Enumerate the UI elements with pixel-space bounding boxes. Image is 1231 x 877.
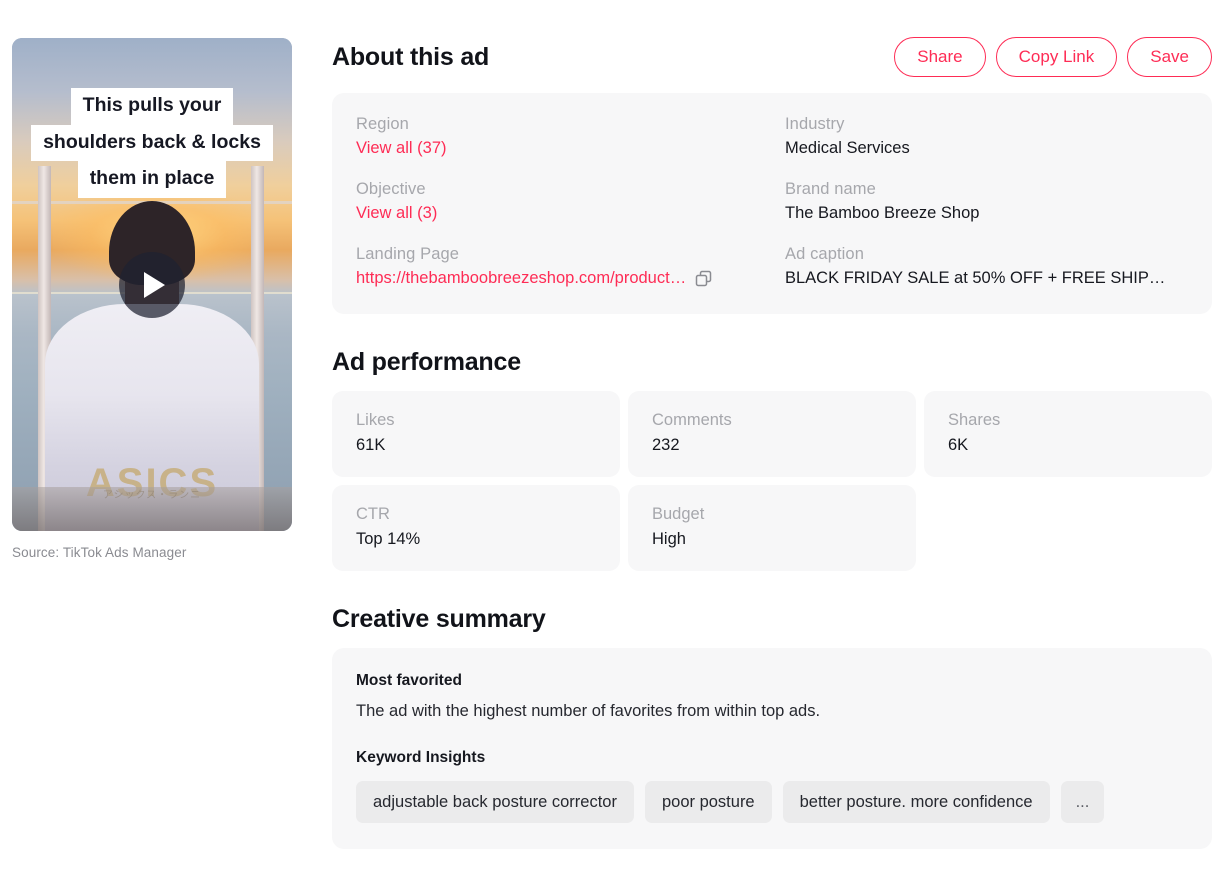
- about-header-row: About this ad Share Copy Link Save: [332, 32, 1212, 82]
- copy-link-button[interactable]: Copy Link: [995, 36, 1118, 78]
- ad-video-thumbnail[interactable]: ASICS アシックス・ランニ This pulls your shoulder…: [12, 38, 292, 531]
- keyword-chip[interactable]: poor posture: [644, 781, 772, 824]
- field-label: Brand name: [785, 180, 876, 198]
- field-brand-name: Brand name The Bamboo Breeze Shop: [785, 180, 1188, 223]
- ad-detail-page: ASICS アシックス・ランニ This pulls your shoulder…: [0, 0, 1231, 877]
- metric-card-comments: Comments 232: [628, 391, 916, 477]
- metric-value: 61K: [356, 436, 386, 454]
- ad-performance-title: Ad performance: [332, 348, 521, 376]
- landing-page-row: https://thebamboobreezeshop.com/product…: [356, 269, 759, 288]
- save-button[interactable]: Save: [1127, 36, 1212, 78]
- ad-caption-value: BLACK FRIDAY SALE at 50% OFF + FREE SHIP…: [785, 269, 1166, 287]
- metric-label: Likes: [356, 411, 395, 429]
- field-label: Ad caption: [785, 245, 864, 263]
- field-label: Objective: [356, 180, 426, 198]
- metric-label: CTR: [356, 505, 390, 523]
- creative-summary-title: Creative summary: [332, 605, 546, 633]
- page-title: About this ad: [332, 42, 490, 71]
- details-panel: About this ad Share Copy Link Save Regio…: [332, 32, 1212, 850]
- metric-card-ctr: CTR Top 14%: [332, 485, 620, 571]
- keyword-chip[interactable]: adjustable back posture corrector: [356, 781, 634, 824]
- region-view-all-link[interactable]: View all (37): [356, 139, 756, 158]
- field-objective: Objective View all (3): [356, 180, 759, 223]
- metric-label: Shares: [948, 411, 1001, 429]
- about-info-card: Region View all (37) Industry Medical Se…: [332, 93, 1212, 314]
- metric-card-likes: Likes 61K: [332, 391, 620, 477]
- field-region: Region View all (37): [356, 115, 759, 158]
- keyword-insights-label: Keyword Insights: [356, 749, 486, 766]
- most-favorited-label: Most favorited: [356, 672, 462, 689]
- metric-value: 232: [652, 436, 680, 454]
- keyword-chip[interactable]: better posture. more confidence: [782, 781, 1050, 824]
- deck-floor: [12, 486, 292, 531]
- keyword-chip-list: adjustable back posture corrector poor p…: [356, 781, 1188, 824]
- video-panel: ASICS アシックス・ランニ This pulls your shoulder…: [12, 38, 292, 560]
- creative-summary-card: Most favorited The ad with the highest n…: [332, 648, 1212, 850]
- source-label: Source: TikTok Ads Manager: [12, 545, 187, 560]
- field-label: Region: [356, 115, 409, 133]
- copy-icon[interactable]: [694, 269, 713, 288]
- metric-grid: Likes 61K Comments 232 Shares 6K CTR Top…: [332, 391, 1212, 571]
- keyword-chip-more[interactable]: ...: [1060, 781, 1105, 824]
- metric-label: Comments: [652, 411, 732, 429]
- metric-value: 6K: [948, 436, 969, 454]
- play-triangle: [144, 271, 165, 298]
- landing-page-link[interactable]: https://thebamboobreezeshop.com/product…: [356, 269, 686, 288]
- field-landing-page: Landing Page https://thebamboobreezeshop…: [356, 245, 759, 288]
- metric-card-shares: Shares 6K: [924, 391, 1212, 477]
- metric-value: Top 14%: [356, 530, 421, 548]
- field-industry: Industry Medical Services: [785, 115, 1188, 158]
- share-button[interactable]: Share: [894, 36, 986, 78]
- action-button-group: Share Copy Link Save: [894, 36, 1212, 78]
- field-label: Industry: [785, 115, 845, 133]
- field-label: Landing Page: [356, 245, 460, 263]
- metric-card-placeholder: [924, 485, 1212, 571]
- play-icon[interactable]: [119, 251, 185, 318]
- field-ad-caption: Ad caption BLACK FRIDAY SALE at 50% OFF …: [785, 245, 1188, 288]
- metric-card-budget: Budget High: [628, 485, 916, 571]
- objective-view-all-link[interactable]: View all (3): [356, 204, 756, 223]
- industry-value: Medical Services: [785, 139, 910, 157]
- metric-label: Budget: [652, 505, 705, 523]
- most-favorited-text: The ad with the highest number of favori…: [356, 702, 821, 720]
- brand-name-value: The Bamboo Breeze Shop: [785, 204, 980, 222]
- metric-value: High: [652, 530, 686, 548]
